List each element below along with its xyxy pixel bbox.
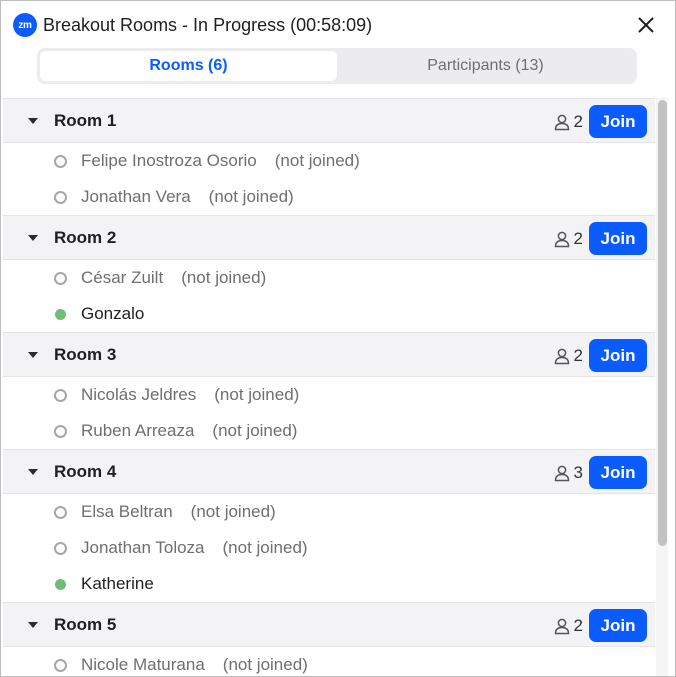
participant-status: (not joined): [190, 502, 276, 521]
room-name: Room 3: [54, 344, 117, 364]
zoom-logo-icon: zm: [13, 13, 37, 37]
participant-count: 2: [553, 603, 583, 648]
participant-name: Ruben Arreaza: [81, 421, 195, 440]
participant-row: Gonzalo: [3, 296, 655, 332]
participant-name: Gonzalo: [81, 304, 145, 323]
participant-status: (not joined): [222, 538, 308, 557]
participant-name: César Zuilt: [81, 268, 164, 287]
not-joined-status-icon: [54, 271, 67, 285]
participant-row: Katherine: [3, 566, 655, 602]
room-header[interactable]: Room 3 2 Join: [3, 332, 655, 377]
not-joined-status-icon: [54, 424, 67, 438]
join-button[interactable]: Join: [589, 339, 647, 372]
room-name: Room 1: [54, 110, 117, 130]
person-icon: [553, 113, 574, 131]
participant-row: Nicolás Jeldres (not joined): [3, 377, 655, 413]
room-participants: Nicole Maturana (not joined): [3, 647, 655, 676]
participant-row: Ruben Arreaza (not joined): [3, 413, 655, 449]
room-name: Room 5: [54, 614, 117, 634]
person-icon: [553, 617, 574, 635]
person-icon: [553, 464, 574, 482]
not-joined-status-icon: [54, 541, 67, 555]
join-button[interactable]: Join: [589, 222, 647, 255]
window-title: Breakout Rooms - In Progress (00:58:09): [43, 14, 373, 35]
tab-rooms[interactable]: Rooms (6): [40, 51, 337, 81]
tab-participants[interactable]: Participants (13): [337, 51, 634, 81]
caret-down-icon[interactable]: [28, 117, 38, 124]
join-button[interactable]: Join: [589, 105, 647, 138]
participant-name: Nicolás Jeldres: [81, 385, 197, 404]
room-participants: Elsa Beltran (not joined) Jonathan Toloza (…: [3, 494, 655, 602]
room-participants: César Zuilt (not joined) Gonzalo: [3, 260, 655, 332]
not-joined-status-icon: [54, 505, 67, 519]
not-joined-status-icon: [54, 658, 67, 672]
participant-count-value: 3: [573, 462, 583, 482]
participant-count-value: 2: [573, 615, 583, 635]
joined-status-icon: [55, 578, 66, 590]
room-header[interactable]: Room 2 2 Join: [3, 215, 655, 260]
participant-count-value: 2: [573, 228, 583, 248]
scrollbar-thumb[interactable]: [658, 100, 667, 546]
room-header[interactable]: Room 4 3 Join: [3, 449, 655, 494]
participant-count: 2: [553, 99, 583, 144]
room-participants: Nicolás Jeldres (not joined) Ruben Arreaza…: [3, 377, 655, 449]
participant-row: Jonathan Vera (not joined): [3, 179, 655, 215]
caret-down-icon[interactable]: [28, 621, 38, 628]
participant-row: Elsa Beltran (not joined): [3, 494, 655, 530]
participant-row: Jonathan Toloza (not joined): [3, 530, 655, 566]
participant-name: Jonathan Toloza: [81, 538, 205, 557]
participant-count: 2: [553, 216, 583, 261]
room-list: Room 1 2 Join Felipe Inostroza Osorio (not j…: [3, 98, 655, 676]
participant-status: (not joined): [214, 385, 300, 404]
room-name: Room 4: [54, 461, 117, 481]
not-joined-status-icon: [54, 154, 67, 168]
caret-down-icon[interactable]: [28, 234, 38, 241]
person-icon: [553, 347, 574, 365]
joined-status-icon: [55, 308, 66, 320]
participant-count: 3: [553, 450, 583, 495]
join-button[interactable]: Join: [589, 609, 647, 642]
scrollbar[interactable]: [656, 98, 668, 676]
caret-down-icon[interactable]: [28, 468, 38, 475]
participant-count-value: 2: [573, 345, 583, 365]
close-icon[interactable]: [635, 14, 657, 36]
participant-row: César Zuilt (not joined): [3, 260, 655, 296]
join-button[interactable]: Join: [589, 456, 647, 489]
participant-name: Nicole Maturana: [81, 655, 205, 674]
participant-count-value: 2: [573, 111, 583, 131]
room-name: Room 2: [54, 227, 117, 247]
participant-status: (not joined): [208, 187, 294, 206]
not-joined-status-icon: [54, 388, 67, 402]
room-header[interactable]: Room 1 2 Join: [3, 98, 655, 143]
participant-name: Felipe Inostroza Osorio: [81, 151, 257, 170]
participant-name: Jonathan Vera: [81, 187, 191, 206]
caret-down-icon[interactable]: [28, 351, 38, 358]
breakout-rooms-window: zm Breakout Rooms - In Progress (00:58:0…: [0, 0, 676, 677]
person-icon: [553, 230, 574, 248]
participant-row: Felipe Inostroza Osorio (not joined): [3, 143, 655, 179]
participant-count: 2: [553, 333, 583, 378]
participant-row: Nicole Maturana (not joined): [3, 647, 655, 676]
participant-status: (not joined): [222, 655, 308, 674]
tab-bar: Rooms (6) Participants (13): [37, 48, 637, 84]
participant-status: (not joined): [212, 421, 298, 440]
participant-name: Katherine: [81, 574, 154, 593]
participant-status: (not joined): [274, 151, 360, 170]
participant-name: Elsa Beltran: [81, 502, 173, 521]
room-participants: Felipe Inostroza Osorio (not joined) Jonat…: [3, 143, 655, 215]
not-joined-status-icon: [54, 190, 67, 204]
participant-status: (not joined): [181, 268, 267, 287]
room-header[interactable]: Room 5 2 Join: [3, 602, 655, 647]
title-bar: zm Breakout Rooms - In Progress (00:58:0…: [1, 1, 675, 49]
